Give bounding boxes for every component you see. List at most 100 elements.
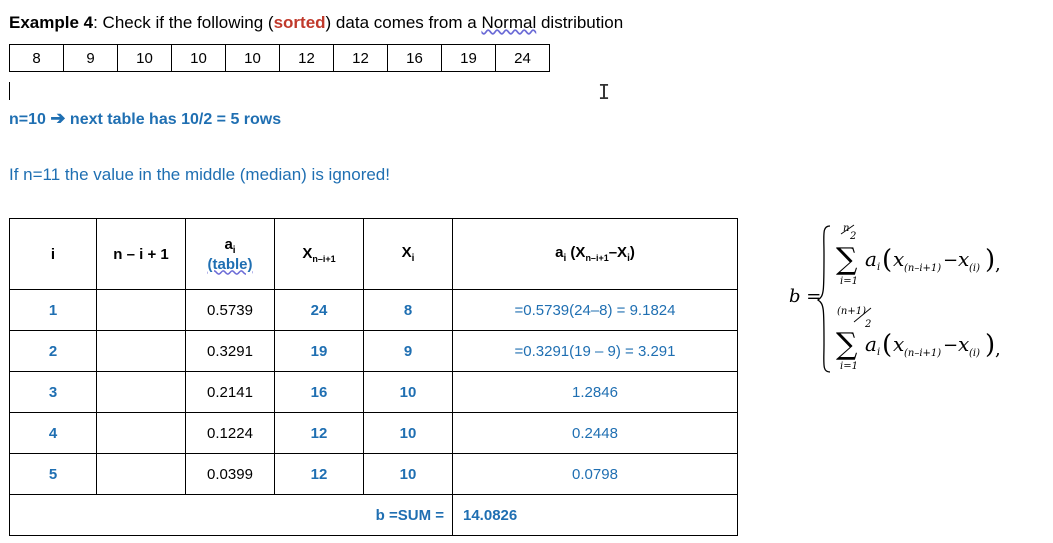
cell-xn: 16 <box>274 371 364 413</box>
title-sorted: sorted <box>273 13 326 32</box>
cell-xn: 12 <box>274 412 364 454</box>
close-paren-icon: ) <box>985 245 995 275</box>
cell-a: 0.1224 <box>185 412 275 454</box>
arrow-right-icon: ➔ <box>50 108 66 128</box>
formula-a-2: a <box>865 332 877 356</box>
table-row: 1 0.5739 24 8 =0.5739(24–8) = 9.1824 <box>9 289 738 331</box>
header-xi: Xi <box>363 218 453 290</box>
header-prod-rest: (X <box>566 244 586 261</box>
formula-comma-2: , <box>995 339 1001 360</box>
cell-xn: 12 <box>274 453 364 495</box>
sum-row: b =SUM = 14.0826 <box>9 494 738 536</box>
formula-x-sub-3: (n–i+1) <box>904 348 941 359</box>
formula-a-sub-2: i <box>877 347 880 358</box>
cell-a: 0.0399 <box>185 453 275 495</box>
data-cell: 10 <box>225 44 280 72</box>
sigma-icon: ∑ <box>836 242 858 277</box>
data-cell: 12 <box>279 44 334 72</box>
cell-a: 0.2141 <box>185 371 275 413</box>
cell-xi: 8 <box>363 289 453 331</box>
formula-b: b = <box>789 286 821 307</box>
header-xn: Xn–i+1 <box>274 218 364 290</box>
sigma-icon: ∑ <box>836 327 858 362</box>
rows-note: n=10 ➔ next table has 10/2 = 5 rows <box>9 108 281 129</box>
cell-product: =0.5739(24–8) = 9.1824 <box>452 289 738 331</box>
cell-i: 2 <box>9 330 97 372</box>
minus-icon: − <box>943 250 958 271</box>
cell-xn: 24 <box>274 289 364 331</box>
data-cell: 16 <box>387 44 442 72</box>
open-paren-icon: ( <box>882 245 892 275</box>
cell-a: 0.5739 <box>185 289 275 331</box>
cell-i: 5 <box>9 453 97 495</box>
b-formula: b = n 2 ∑ i=1 a i ( x (n–i+1) − x (i) ) … <box>789 223 1001 373</box>
cell-i: 3 <box>9 371 97 413</box>
header-prod-sub: n–i+1 <box>585 253 609 263</box>
cell-nmi <box>96 330 186 372</box>
formula-x-3: x <box>893 332 904 356</box>
formula-x-sub-1: (n–i+1) <box>904 263 941 274</box>
header-prod-close: ) <box>629 244 635 261</box>
title-text-before: : Check if the following ( <box>93 13 274 32</box>
header-ai-sub: i <box>232 244 236 256</box>
cell-a: 0.3291 <box>185 330 275 372</box>
data-cell: 10 <box>171 44 226 72</box>
header-ai: ai (table) <box>185 218 275 290</box>
data-values-table: 8 9 10 10 10 12 12 16 19 24 <box>9 44 550 72</box>
cell-xi: 10 <box>363 371 453 413</box>
cell-xi: 9 <box>363 330 453 372</box>
formula-lower-2: i=1 <box>840 361 858 372</box>
formula-lower-1: i=1 <box>840 276 858 287</box>
formula-comma-1: , <box>995 254 1001 275</box>
sum-value: 14.0826 <box>452 494 738 536</box>
header-product: ai (Xn–i+1–Xi) <box>452 218 738 290</box>
header-xn-sub: n–i+1 <box>312 253 336 264</box>
formula-x-2: x <box>958 247 969 271</box>
formula-x-sub-2: (i) <box>969 263 980 274</box>
page-title: Example 4: Check if the following (sorte… <box>9 13 623 33</box>
data-cell: 24 <box>495 44 550 72</box>
title-text-after: distribution <box>536 13 624 32</box>
header-ai-table: (table) <box>207 255 253 273</box>
table-row: 5 0.0399 12 10 0.0798 <box>9 453 738 495</box>
table-row: 2 0.3291 19 9 =0.3291(19 – 9) = 3.291 <box>9 330 738 372</box>
header-xi-sub: i <box>411 253 415 264</box>
title-normal: Normal <box>481 13 537 32</box>
rows-note-text: next table has 10/2 = 5 rows <box>69 111 282 128</box>
cell-product: 0.2448 <box>452 412 738 454</box>
table-header-row: i n – i + 1 ai (table) Xn–i+1 Xi ai (Xn–… <box>9 218 738 290</box>
cell-xi: 10 <box>363 453 453 495</box>
close-paren-icon: ) <box>985 330 995 360</box>
formula-a-1: a <box>865 247 877 271</box>
formula-x-1: x <box>893 247 904 271</box>
cell-nmi <box>96 412 186 454</box>
cell-product: =0.3291(19 – 9) = 3.291 <box>452 330 738 372</box>
header-xn-x: X <box>302 244 313 262</box>
cell-product: 0.0798 <box>452 453 738 495</box>
shapiro-wilk-table: i n – i + 1 ai (table) Xn–i+1 Xi ai (Xn–… <box>9 218 738 536</box>
table-row: 3 0.2141 16 10 1.2846 <box>9 371 738 413</box>
median-note: If n=11 the value in the middle (median)… <box>9 165 390 184</box>
data-cell: 12 <box>333 44 388 72</box>
formula-a-sub-1: i <box>877 262 880 273</box>
title-text-mid: ) data comes from a <box>325 13 482 32</box>
open-paren-icon: ( <box>882 330 892 360</box>
formula-upper-two: 2 <box>849 231 856 242</box>
cell-xn: 19 <box>274 330 364 372</box>
ibeam-cursor-icon: I <box>598 80 611 104</box>
header-prod-end: –X <box>608 244 628 261</box>
data-values-row: 8 9 10 10 10 12 12 16 19 24 <box>9 44 550 72</box>
cell-i: 4 <box>9 412 97 454</box>
cell-nmi <box>96 289 186 331</box>
cell-nmi <box>96 453 186 495</box>
data-cell: 8 <box>9 44 64 72</box>
formula-x-4: x <box>958 332 969 356</box>
formula-x-sub-4: (i) <box>969 348 980 359</box>
data-cell: 10 <box>117 44 172 72</box>
sum-label: b =SUM = <box>9 494 453 536</box>
data-cell: 9 <box>63 44 118 72</box>
minus-icon: − <box>943 335 958 356</box>
cell-nmi <box>96 371 186 413</box>
data-cell: 19 <box>441 44 496 72</box>
cell-xi: 10 <box>363 412 453 454</box>
